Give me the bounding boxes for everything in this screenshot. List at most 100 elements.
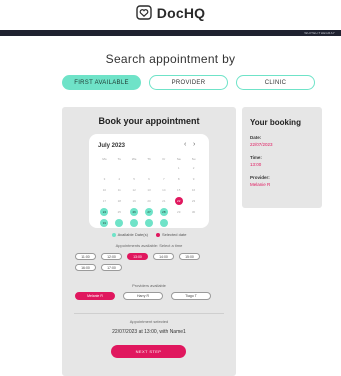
calendar-cell: 17 (97, 196, 112, 206)
your-booking-title: Your booking (250, 118, 301, 127)
tab-clinic[interactable]: CLINIC (236, 75, 315, 90)
booking-provider-label: Provider: (250, 175, 270, 180)
tab-first-available[interactable]: FIRST AVAILABLE (62, 75, 141, 90)
calendar-weekday: Sa (176, 157, 181, 161)
time-slot[interactable]: 17:00 (101, 264, 122, 271)
booking-date-value: 22/07/2023 (250, 142, 273, 147)
divider (74, 313, 224, 314)
calendar-cell: 27 (142, 207, 157, 217)
calendar-cell: 18 (112, 196, 127, 206)
calendar-cell: 19 (127, 196, 142, 206)
calendar-day-selected[interactable]: 22 (174, 197, 183, 205)
calendar-day (100, 164, 108, 172)
app-header: DocHQ (0, 0, 341, 30)
calendar-cell: 25 (112, 207, 127, 217)
calendar-cell: 24 (97, 207, 112, 217)
calendar: July 2023 ‹ › Mo Tu We Th Fr Sa Su 1 2 3 4 5 6 7 8 9 10… (89, 134, 209, 228)
calendar-cell: 16 (186, 185, 201, 195)
brand-name: DocHQ (156, 5, 206, 21)
calendar-day-available[interactable] (115, 219, 124, 227)
calendar-day-available[interactable]: 31 (100, 219, 109, 227)
calendar-day: 29 (177, 210, 181, 214)
calendar-cell: 2 (186, 163, 201, 173)
calendar-cell (97, 163, 112, 173)
calendar-day: 2 (192, 166, 195, 170)
calendar-day: 20 (147, 199, 151, 203)
provider-option-selected[interactable]: Melanie R (75, 292, 115, 300)
calendar-day: 7 (163, 177, 165, 181)
calendar-cell: 13 (142, 185, 157, 195)
calendar-cell: 4 (112, 174, 127, 184)
your-booking-card: Your booking Date: 22/07/2023 Time: 13:0… (242, 107, 322, 208)
calendar-day: 17 (102, 199, 107, 203)
calendar-cell: 10 (97, 185, 112, 195)
time-slots: 11:00 12:00 13:00 14:00 15:00 16:00 17:0… (75, 253, 225, 271)
legend-selected: Selected date (155, 232, 187, 237)
calendar-weekday: Su (191, 157, 196, 161)
calendar-day-available[interactable]: 28 (159, 208, 168, 216)
calendar-cell: 21 (156, 196, 171, 206)
booking-date-label: Date: (250, 135, 262, 140)
time-slot[interactable]: 16:00 (75, 264, 96, 271)
calendar-day: 11 (117, 188, 121, 192)
calendar-cell (156, 218, 171, 228)
calendar-cell (112, 218, 127, 228)
time-slot[interactable]: 15:00 (179, 253, 200, 260)
appointment-detail: 22/07/2023 at 13:00, with Name1 (112, 329, 186, 335)
legend-selected-label: Selected date (161, 232, 187, 237)
calendar-grid: 1 2 3 4 5 6 7 8 9 10 11 12 13 14 15 16 17 18 19 20 21 22 23 24 2… (97, 163, 201, 228)
calendar-cell (156, 163, 171, 173)
calendar-cell: 7 (156, 174, 171, 184)
time-slot[interactable]: 12:00 (101, 253, 122, 260)
calendar-day-available[interactable] (159, 219, 168, 227)
calendar-cell (142, 163, 157, 173)
calendar-weekday: We (131, 157, 137, 161)
tab-provider[interactable]: PROVIDER (149, 75, 228, 90)
calendar-cell: 23 (186, 196, 201, 206)
calendar-day-available[interactable]: 24 (100, 208, 109, 216)
brand[interactable]: DocHQ (0, 5, 341, 21)
calendar-day: 6 (148, 177, 150, 181)
chevron-left-icon[interactable]: ‹ (184, 141, 186, 148)
top-bar-text: WHITELITHEGRAY (304, 31, 335, 35)
calendar-day-available[interactable]: 26 (130, 208, 139, 216)
calendar-cell: 29 (171, 207, 186, 217)
calendar-day (175, 219, 183, 227)
calendar-cell (112, 163, 127, 173)
calendar-day: 5 (133, 177, 135, 181)
calendar-cell: 12 (127, 185, 142, 195)
calendar-day-available[interactable]: 27 (144, 208, 153, 216)
calendar-cell: 5 (127, 174, 142, 184)
calendar-cell: 11 (112, 185, 127, 195)
time-slot[interactable]: 11:00 (75, 253, 96, 260)
calendar-cell: 6 (142, 174, 157, 184)
next-step-button[interactable]: NEXT STEP (111, 345, 186, 358)
available-dot-icon (111, 232, 116, 237)
book-appointment-card: Book your appointment July 2023 ‹ › Mo Tu… (62, 107, 236, 376)
calendar-day: 8 (177, 177, 180, 181)
search-tabs: FIRST AVAILABLE PROVIDER CLINIC (62, 75, 315, 90)
calendar-day: 18 (117, 199, 121, 203)
provider-option[interactable]: Harry R (123, 292, 163, 300)
page-title: Search appointment by (105, 52, 236, 66)
calendar-cell: 1 (171, 163, 186, 173)
calendar-day-available[interactable] (130, 219, 139, 227)
time-slot[interactable]: 14:00 (153, 253, 174, 260)
calendar-day (190, 219, 198, 227)
calendar-cell: 28 (156, 207, 171, 217)
provider-option[interactable]: Tiago T (171, 292, 211, 300)
calendar-day: 30 (191, 210, 196, 214)
calendar-cell: 30 (186, 207, 201, 217)
chevron-right-icon[interactable]: › (193, 141, 195, 148)
booking-provider-value: Melanie R (250, 182, 271, 187)
provider-options: Melanie R Harry R Tiago T (75, 292, 211, 300)
calendar-day: 16 (191, 188, 196, 192)
calendar-cell: 14 (156, 185, 171, 195)
time-slot-selected[interactable]: 13:00 (127, 253, 148, 260)
calendar-day (130, 164, 138, 172)
selected-dot-icon (155, 232, 160, 237)
calendar-day (115, 164, 123, 172)
calendar-cell: 15 (171, 185, 186, 195)
calendar-day: 10 (102, 188, 107, 192)
calendar-day-available[interactable] (144, 219, 153, 227)
